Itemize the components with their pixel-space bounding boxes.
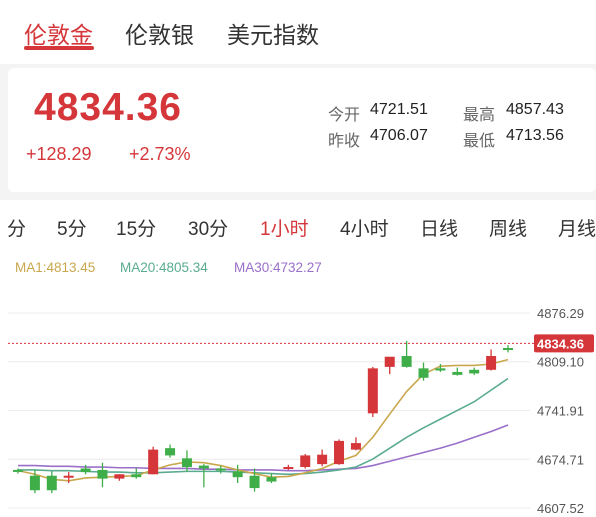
period-4hour[interactable]: 4小时 xyxy=(340,214,389,241)
candle-body xyxy=(46,475,57,491)
y-tick-label: 4607.52 xyxy=(537,501,584,516)
candle-body xyxy=(503,348,513,351)
period-5min[interactable]: 5分 xyxy=(57,214,87,241)
candle-body xyxy=(131,474,142,478)
candle-body xyxy=(300,455,311,468)
candle-body xyxy=(486,356,497,370)
period-selector: 分 5分 15分 30分 1小时 4小时 日线 周线 月线 xyxy=(0,200,596,252)
candle-body xyxy=(334,440,345,465)
prev-close-value: 4706.07 xyxy=(370,127,428,144)
high-value: 4857.43 xyxy=(506,101,564,118)
candle-body xyxy=(13,469,23,472)
prev-close-label: 昨收 xyxy=(328,133,361,150)
y-tick-label: 4674.71 xyxy=(537,452,584,467)
current-price-label: 4834.36 xyxy=(537,336,584,351)
candle-body xyxy=(283,467,294,470)
ma20-line xyxy=(18,377,509,476)
period-1hour[interactable]: 1小时 xyxy=(260,214,309,241)
candle-body xyxy=(384,356,395,367)
candle-body xyxy=(198,465,209,469)
candle-body xyxy=(165,448,176,456)
tab-london-silver[interactable]: 伦敦银 xyxy=(125,16,194,50)
candle-body xyxy=(317,454,328,465)
ma1-line xyxy=(17,358,509,482)
tab-dollar-index[interactable]: 美元指数 xyxy=(227,16,319,50)
open-label: 今开 xyxy=(328,107,361,124)
candle-body xyxy=(232,471,243,478)
period-daily[interactable]: 日线 xyxy=(420,214,458,241)
low-value: 4713.56 xyxy=(506,127,564,144)
candle-body xyxy=(367,368,378,414)
price-change: +128.29 xyxy=(26,144,92,164)
period-15min[interactable]: 15分 xyxy=(116,214,156,241)
period-monthly[interactable]: 月线 xyxy=(558,214,596,241)
candle-body xyxy=(215,468,226,471)
low-label: 最低 xyxy=(463,133,496,150)
high-label: 最高 xyxy=(463,107,496,124)
candle-body xyxy=(418,368,429,378)
price-change-percent: +2.73% xyxy=(129,144,191,164)
candle-body xyxy=(350,443,361,450)
candle-body xyxy=(63,475,74,478)
candle-body xyxy=(148,449,159,475)
quote-card: 4834.36 +128.29 +2.73% 今开 4721.51 昨收 470… xyxy=(8,68,596,192)
open-value: 4721.51 xyxy=(370,101,428,118)
current-price: 4834.36 xyxy=(34,86,182,129)
candle-body xyxy=(114,474,125,479)
candle-body xyxy=(266,477,277,482)
candle-body xyxy=(29,475,40,491)
kline-chart[interactable]: MA1:4813.45 MA20:4805.34 MA30:4732.27 48… xyxy=(0,252,596,517)
period-30min[interactable]: 30分 xyxy=(188,214,228,241)
candle-body xyxy=(401,356,412,367)
candle-body xyxy=(97,469,108,479)
candle-body xyxy=(452,371,463,375)
y-tick-label: 4876.29 xyxy=(537,306,584,321)
candle-body xyxy=(469,369,480,374)
candle-body xyxy=(249,475,260,489)
ma30-line xyxy=(18,424,509,472)
candlestick-plot: 4876.29 4809.10 4741.91 4674.71 4607.52 4834.… xyxy=(8,306,594,516)
active-tab-indicator xyxy=(24,46,94,50)
y-tick-label: 4809.10 xyxy=(537,355,584,370)
y-tick-label: 4741.91 xyxy=(537,403,584,418)
candle-body xyxy=(80,468,91,473)
commodity-tabs: 伦敦金 伦敦银 美元指数 xyxy=(0,0,596,64)
candle-body xyxy=(181,458,192,468)
candle-body xyxy=(435,368,446,371)
tab-london-gold[interactable]: 伦敦金 xyxy=(24,16,93,50)
period-weekly[interactable]: 周线 xyxy=(489,214,527,241)
period-minute[interactable]: 分 xyxy=(7,214,26,241)
